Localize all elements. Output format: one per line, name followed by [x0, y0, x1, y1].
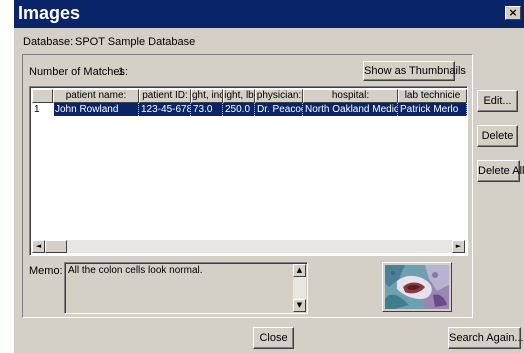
delete-button[interactable]: Delete — [477, 125, 518, 147]
title-bar: Images × — [14, 0, 524, 28]
cell-patient-id: 123-45-6789 — [139, 103, 191, 116]
row-number: 1 — [32, 103, 54, 116]
scroll-up-icon[interactable]: ▲ — [293, 264, 306, 277]
matches-label: Number of Matches: — [29, 66, 129, 78]
memo-field[interactable]: All the colon cells look normal. ▲ ▼ — [64, 262, 308, 314]
matches-count: 1 — [118, 66, 125, 78]
column-header-hospital[interactable]: hospital: — [303, 89, 398, 103]
cell-height: 73.0 — [191, 103, 223, 116]
memo-label: Memo: — [29, 265, 63, 277]
search-again-button[interactable]: Search Again... — [448, 327, 524, 349]
column-header-physician[interactable]: physician: — [255, 89, 303, 103]
database-label: Database: — [23, 36, 74, 48]
horizontal-scroll-thumb[interactable] — [45, 240, 67, 253]
window-title: Images — [18, 3, 81, 23]
results-table[interactable]: patient name: patient ID: ght, inch ight… — [29, 86, 468, 256]
close-window-button[interactable]: × — [505, 6, 521, 20]
image-thumbnail[interactable] — [382, 262, 452, 312]
column-header-height[interactable]: ght, inch — [191, 89, 223, 103]
database-name: SPOT Sample Database — [75, 36, 196, 48]
column-header-lab-technician[interactable]: lab technicie — [398, 89, 467, 103]
horizontal-scrollbar[interactable]: ◄ ► — [32, 240, 465, 253]
cell-lab-technician: Patrick Merlo — [398, 103, 467, 116]
close-button[interactable]: Close — [253, 327, 294, 349]
memo-vertical-scrollbar[interactable]: ▲ ▼ — [293, 264, 306, 312]
images-dialog: Images × Database: SPOT Sample Database … — [13, 0, 524, 353]
cell-weight: 250.0 — [223, 103, 255, 116]
tissue-sample-image — [385, 265, 449, 309]
memo-text: All the colon cells look normal. — [68, 265, 203, 276]
cell-physician: Dr. Peacoc — [257, 103, 303, 116]
column-header-patient-name[interactable]: patient name: — [53, 89, 139, 103]
scroll-down-icon[interactable]: ▼ — [293, 299, 306, 312]
scroll-left-icon[interactable]: ◄ — [32, 240, 45, 253]
table-row[interactable]: 1 John Rowland 123-45-6789 73.0 250.0 Dr… — [32, 103, 467, 116]
delete-all-button[interactable]: Delete All — [477, 160, 524, 182]
show-as-thumbnails-button[interactable]: Show as Thumbnails — [363, 61, 466, 81]
column-header-patient-id[interactable]: patient ID: — [139, 89, 191, 103]
column-header-number[interactable] — [32, 89, 53, 103]
scroll-right-icon[interactable]: ► — [452, 240, 465, 253]
close-icon: × — [508, 6, 518, 19]
cell-patient-name: John Rowland — [53, 103, 139, 116]
edit-button[interactable]: Edit... — [477, 90, 518, 112]
cell-hospital: North Oakland Medica — [305, 103, 398, 116]
column-header-weight[interactable]: ight, lb — [223, 89, 255, 103]
